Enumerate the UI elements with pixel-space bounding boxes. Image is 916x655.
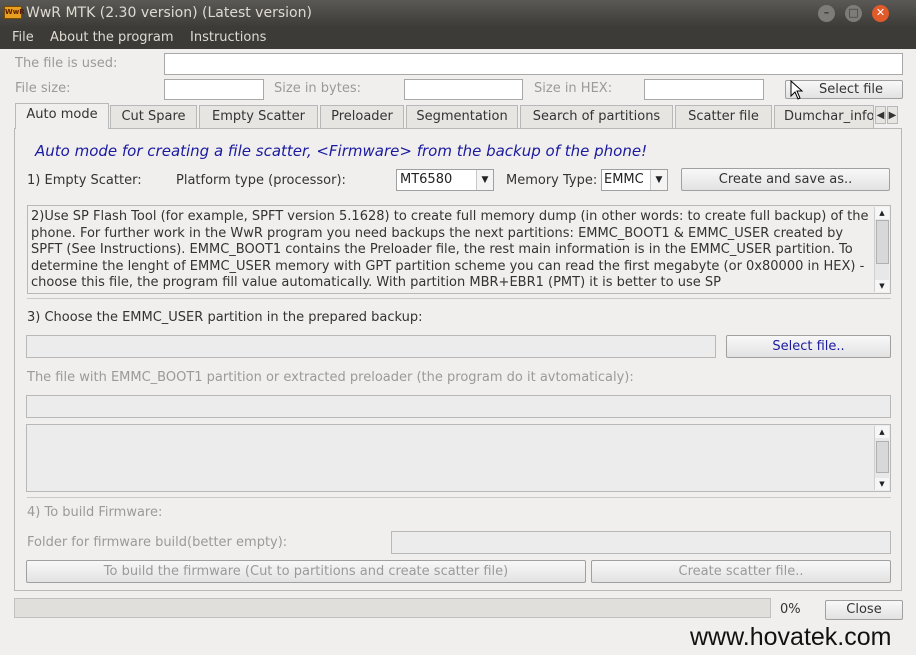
menu-about[interactable]: About the program — [50, 30, 174, 45]
tab-search-of-partitions[interactable]: Search of partitions — [520, 105, 673, 128]
create-scatter-button[interactable]: Create scatter file.. — [591, 560, 891, 583]
scroll-thumb[interactable] — [876, 220, 889, 264]
folder-label: Folder for firmware build(better empty): — [27, 535, 288, 550]
scroll-up-icon[interactable]: ▲ — [875, 426, 889, 438]
file-used-label: The file is used: — [15, 56, 118, 71]
instructions-text: 2)Use SP Flash Tool (for example, SPFT v… — [31, 209, 869, 290]
step4-label: 4) To build Firmware: — [27, 505, 163, 520]
log-memo[interactable]: ▲ ▼ — [26, 424, 891, 492]
boot1-label: The file with EMMC_BOOT1 partition or ex… — [27, 370, 634, 385]
folder-field[interactable] — [391, 531, 891, 554]
close-window-button[interactable]: ✕ — [872, 5, 889, 22]
minimize-button[interactable]: – — [818, 5, 835, 22]
app-logo-icon: WwR — [4, 6, 25, 19]
title-bar: WwR WwR MTK (2.30 version) (Latest versi… — [0, 0, 916, 27]
step1-label: 1) Empty Scatter: — [27, 173, 142, 188]
file-size-label: File size: — [15, 81, 71, 96]
size-hex-label: Size in HEX: — [534, 81, 613, 96]
close-button[interactable]: Close — [825, 600, 903, 620]
divider — [27, 497, 891, 498]
size-hex-field[interactable] — [644, 79, 764, 100]
step3-label: 3) Choose the EMMC_USER partition in the… — [27, 310, 423, 325]
menu-file[interactable]: File — [12, 30, 34, 45]
tab-scroll-left-icon[interactable]: ◀ — [875, 106, 886, 124]
scroll-thumb[interactable] — [876, 441, 889, 473]
progress-bar — [14, 598, 771, 618]
auto-mode-panel — [14, 128, 902, 591]
tab-dumchar-info[interactable]: Dumchar_info — [774, 105, 874, 128]
watermark: www.hovatek.com — [690, 623, 892, 651]
scroll-up-icon[interactable]: ▲ — [875, 207, 889, 219]
size-bytes-field[interactable] — [404, 79, 523, 100]
log-scrollbar[interactable]: ▲ ▼ — [874, 426, 889, 490]
window-title: WwR MTK (2.30 version) (Latest version) — [26, 5, 312, 21]
file-size-field[interactable] — [164, 79, 264, 100]
chevron-down-icon: ▼ — [650, 170, 667, 190]
menu-instructions[interactable]: Instructions — [190, 30, 266, 45]
main-window: WwR WwR MTK (2.30 version) (Latest versi… — [0, 0, 916, 655]
tab-cut-spare[interactable]: Cut Spare — [110, 105, 197, 128]
platform-type-select[interactable]: MT6580 ▼ — [396, 169, 494, 191]
progress-percent: 0% — [780, 602, 801, 617]
instructions-scrollbar[interactable]: ▲ ▼ — [874, 207, 889, 292]
tab-segmentation[interactable]: Segmentation — [406, 105, 518, 128]
platform-type-value: MT6580 — [400, 172, 453, 187]
arrow-cursor-icon — [790, 80, 804, 100]
create-save-button[interactable]: Create and save as.. — [681, 168, 890, 191]
instructions-memo[interactable]: 2)Use SP Flash Tool (for example, SPFT v… — [27, 205, 891, 294]
memory-type-select[interactable]: EMMC ▼ — [601, 169, 668, 191]
file-used-field[interactable] — [164, 53, 903, 75]
menu-bar: File About the program Instructions — [0, 27, 916, 49]
boot1-field[interactable] — [26, 395, 891, 418]
memory-type-label: Memory Type: — [506, 173, 598, 188]
auto-mode-heading: Auto mode for creating a file scatter, <… — [35, 142, 648, 160]
select-file-label: Select file — [818, 82, 884, 97]
select-emmc-user-button[interactable]: Select file.. — [726, 335, 891, 358]
emmc-user-field[interactable] — [26, 335, 716, 358]
chevron-down-icon: ▼ — [476, 170, 493, 190]
tab-scroll-right-icon[interactable]: ▶ — [887, 106, 898, 124]
tab-empty-scatter[interactable]: Empty Scatter — [199, 105, 318, 128]
tab-scatter-file[interactable]: Scatter file — [675, 105, 772, 128]
memory-type-value: EMMC — [604, 172, 644, 187]
build-firmware-button[interactable]: To build the firmware (Cut to partitions… — [26, 560, 586, 583]
scroll-down-icon[interactable]: ▼ — [875, 478, 889, 490]
divider — [27, 298, 891, 299]
size-bytes-label: Size in bytes: — [274, 81, 361, 96]
tab-auto-mode[interactable]: Auto mode — [15, 103, 109, 129]
platform-type-label: Platform type (processor): — [176, 173, 346, 188]
tab-preloader[interactable]: Preloader — [320, 105, 404, 128]
maximize-button[interactable]: □ — [845, 5, 862, 22]
scroll-down-icon[interactable]: ▼ — [875, 280, 889, 292]
